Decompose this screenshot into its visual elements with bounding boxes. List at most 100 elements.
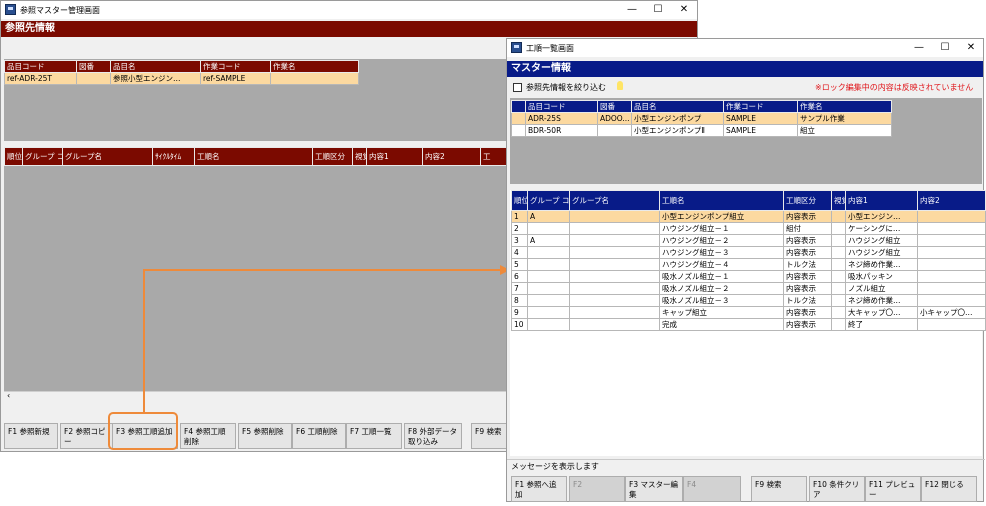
status-message: メッセージを表示します [511,462,599,471]
table-row[interactable]: 10 完成 内容表示 終了 [511,318,986,331]
table-cell [527,282,570,295]
table-row[interactable]: 7 吸水ノズル組立－２ 内容表示 ノズル組立 [511,282,986,295]
table-cell: ハウジング組立－１ [659,222,784,235]
column-header[interactable]: 作業名 [797,100,892,113]
filter-label: 参照先情報を絞り込む [526,83,606,92]
table-cell: ADOO... [597,112,632,125]
column-header[interactable]: 内容2 [917,190,986,211]
table-cell: 8 [511,294,528,307]
column-header[interactable]: 工順名 [659,190,784,211]
table-cell [831,270,846,283]
column-header[interactable]: グループ名 [569,190,660,211]
table-cell: 4 [511,246,528,259]
table-cell [831,318,846,331]
sub-window-title: 工順一覧画面 [526,44,574,53]
column-header[interactable]: 品目名 [631,100,724,113]
sub-items-grid[interactable]: 品目コード 図番 品目名 作業コード 作業名 ADR-25S ADOO... 小型エンジンポ… [511,100,892,137]
column-header[interactable]: 作業コード [723,100,798,113]
fkey-button-1[interactable]: F1 参照へ追加 [511,476,567,502]
column-header[interactable]: 内容1 [845,190,918,211]
table-cell: 内容表示 [783,234,832,247]
table-cell: A [527,234,570,247]
row-indicator[interactable] [511,124,526,137]
column-header[interactable]: 図番 [597,100,632,113]
table-cell [569,258,660,271]
table-cell: 吸水ノズル組立－２ [659,282,784,295]
table-row[interactable]: BDR-50R 小型エンジンポンプⅡ SAMPLE 組立 [511,124,892,137]
table-cell [917,282,986,295]
maximize-icon[interactable]: ☐ [931,39,959,57]
table-cell: 組立 [797,124,892,137]
fkey-button-7[interactable]: F11 プレビュー [865,476,921,502]
column-header[interactable]: 順位 [511,190,528,211]
table-cell [917,258,986,271]
table-cell: A [527,210,570,223]
table-cell: ハウジング組立 [845,246,918,259]
table-cell: 7 [511,282,528,295]
table-row[interactable]: 3 A ハウジング組立－２ 内容表示 ハウジング組立 [511,234,986,247]
table-row[interactable]: 4 ハウジング組立－３ 内容表示 ハウジング組立 [511,246,986,259]
table-row[interactable]: 8 吸水ノズル組立－３ トルク法 ネジ締め作業… [511,294,986,307]
table-cell: サンプル作業 [797,112,892,125]
sub-titlebar: 工順一覧画面 — ☐ ✕ [507,39,983,57]
table-cell: ネジ締め作業… [845,258,918,271]
table-cell [831,234,846,247]
table-cell: 吸水ノズル組立－１ [659,270,784,283]
table-cell: 小型エンジン… [845,210,918,223]
table-cell [569,294,660,307]
close-icon[interactable]: ✕ [957,39,985,57]
table-row[interactable]: 2 ハウジング組立－１ 組付 ケーシングに… [511,222,986,235]
table-row[interactable]: 5 ハウジング組立－４ トルク法 ネジ締め作業… [511,258,986,271]
table-cell [527,222,570,235]
sub-window: 工順一覧画面 — ☐ ✕ マスター情報 参照先情報を絞り込む ※ロック編集中の内… [506,38,986,502]
table-row[interactable]: ADR-25S ADOO... 小型エンジンポンプ SAMPLE サンプル作業 [511,112,892,125]
table-cell: 内容表示 [783,306,832,319]
table-cell: 終了 [845,318,918,331]
column-header[interactable]: 品目コード [525,100,598,113]
table-cell [831,210,846,223]
table-cell [917,294,986,307]
table-cell: 組付 [783,222,832,235]
row-indicator[interactable] [511,112,526,125]
table-row[interactable]: 9 キャップ組立 内容表示 大キャップ〇… 小キャップ〇… [511,306,986,319]
filter-checkbox[interactable] [513,83,522,92]
table-cell: 10 [511,318,528,331]
table-cell: 6 [511,270,528,283]
table-row[interactable]: 1 A 小型エンジンポンプ組立 内容表示 小型エンジン… [511,210,986,223]
minimize-icon[interactable]: — [905,39,933,57]
table-cell: ハウジング組立－４ [659,258,784,271]
table-cell: ハウジング組立－３ [659,246,784,259]
table-cell: 小型エンジンポンプ組立 [659,210,784,223]
table-cell: 2 [511,222,528,235]
column-header[interactable]: 視覚 [831,190,846,211]
fkey-button-8[interactable]: F12 閉じる [921,476,977,502]
table-cell: 吸水パッキン [845,270,918,283]
table-cell: 内容表示 [783,270,832,283]
table-cell [569,282,660,295]
table-cell [917,234,986,247]
table-cell [831,258,846,271]
table-cell: 5 [511,258,528,271]
table-cell [831,282,846,295]
column-header[interactable]: 工順区分 [783,190,832,211]
table-cell: ノズル組立 [845,282,918,295]
lock-note: ※ロック編集中の内容は反映されていません [815,83,974,92]
table-cell [569,270,660,283]
fkey-button-5[interactable]: F9 検索 [751,476,807,502]
table-cell: 完成 [659,318,784,331]
table-cell [831,294,846,307]
sub-steps-grid[interactable]: 順位グループ コードグループ名工順名工順区分視覚内容1内容2 1A小型エンジンポ… [511,190,986,331]
table-cell: 大キャップ〇… [845,306,918,319]
table-cell: 小キャップ〇… [917,306,986,319]
table-row[interactable]: 6 吸水ノズル組立－１ 内容表示 吸水パッキン [511,270,986,283]
table-cell [917,318,986,331]
row-indicator-header [511,100,526,113]
table-cell: 小型エンジンポンプ [631,112,724,125]
table-cell [527,306,570,319]
table-cell: 小型エンジンポンプⅡ [631,124,724,137]
table-cell: SAMPLE [723,112,798,125]
fkey-button-6[interactable]: F10 条件クリア [809,476,865,502]
column-header[interactable]: グループ コード [527,190,570,211]
fkey-button-3[interactable]: F3 マスター編集 [625,476,683,502]
table-cell: ケーシングに… [845,222,918,235]
